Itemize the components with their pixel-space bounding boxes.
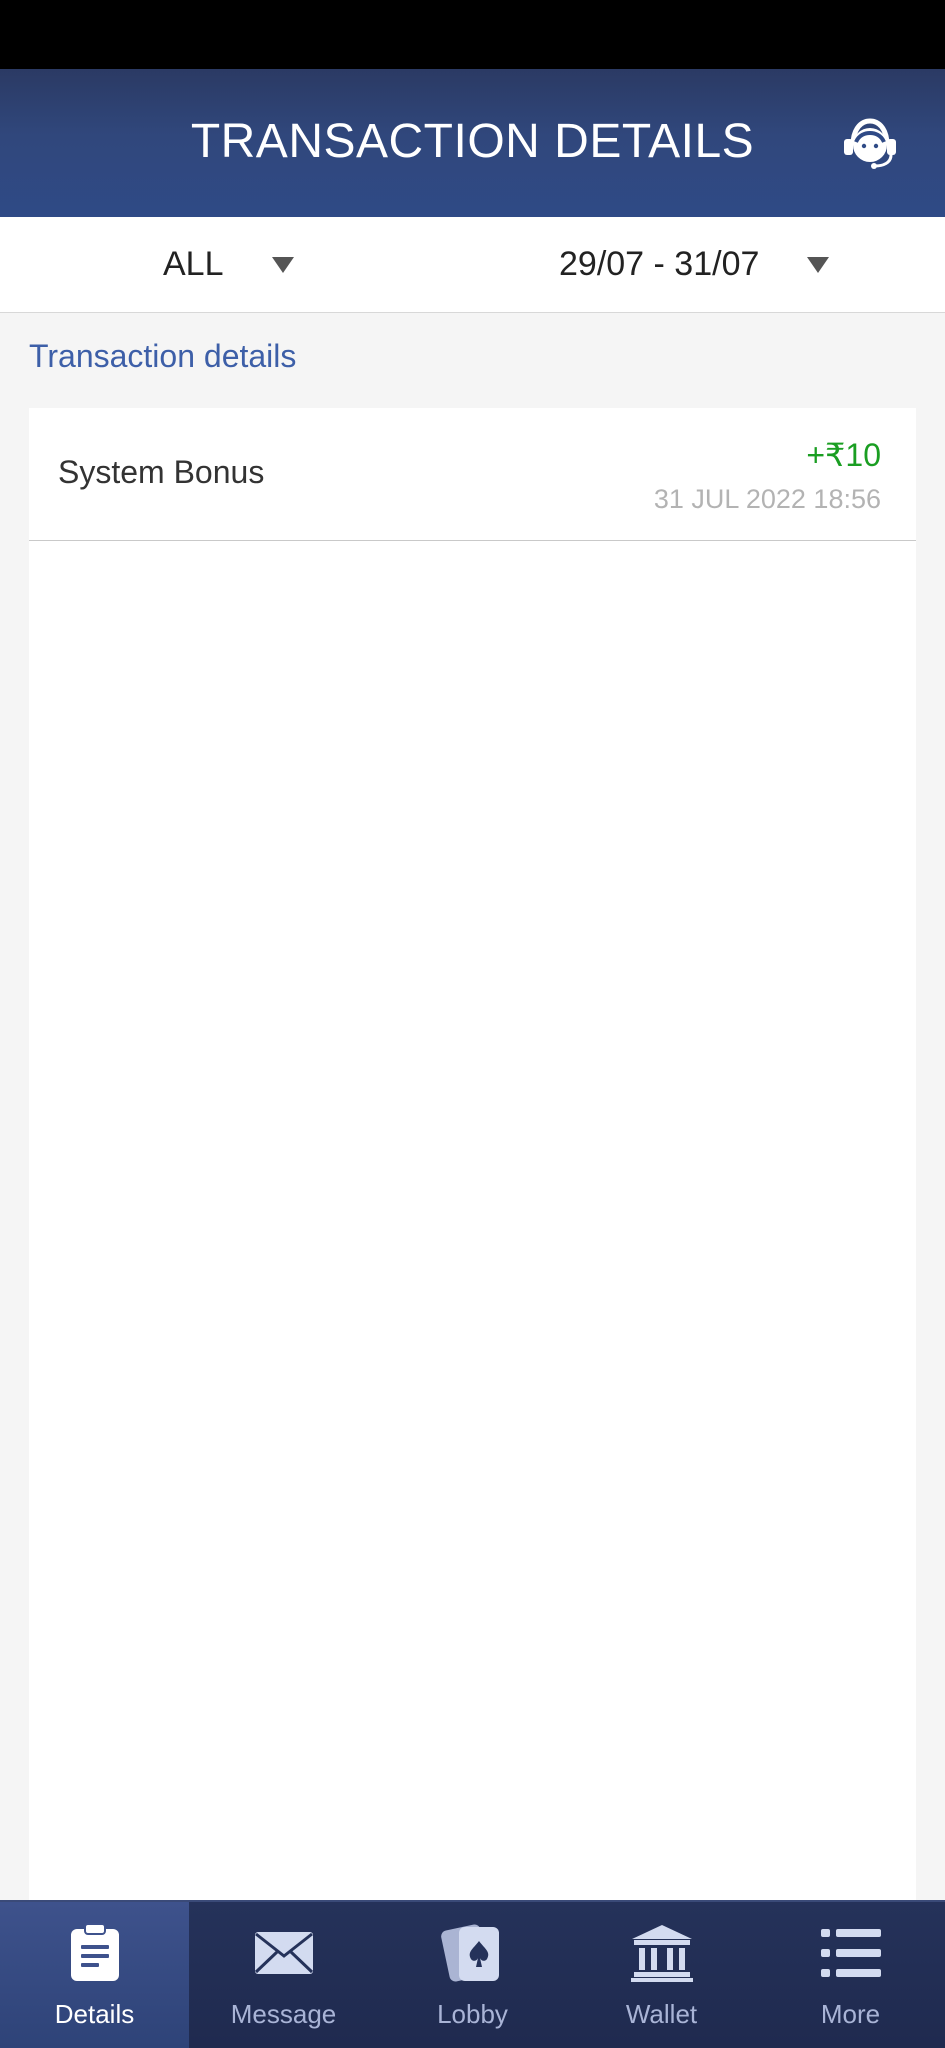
section-title: Transaction details bbox=[29, 338, 297, 374]
transaction-amount: +₹10 bbox=[806, 437, 881, 473]
headset-icon bbox=[844, 118, 896, 169]
tab-label: Message bbox=[230, 1999, 337, 2029]
caret-down-icon bbox=[807, 256, 830, 273]
tab-label: Lobby bbox=[437, 1999, 508, 2029]
transaction-row[interactable]: System Bonus +₹10 31 JUL 2022 18:56 bbox=[29, 408, 916, 541]
tab-details[interactable]: Details bbox=[0, 1902, 189, 2048]
transaction-name: System Bonus bbox=[58, 454, 265, 490]
date-range-dropdown[interactable]: 29/07 - 31/07 bbox=[559, 217, 830, 312]
page-title: TRANSACTION DETAILS bbox=[190, 115, 755, 168]
tab-message[interactable]: Message bbox=[189, 1902, 378, 2048]
date-range-value: 29/07 - 31/07 bbox=[559, 245, 760, 283]
transaction-list: System Bonus +₹10 31 JUL 2022 18:56 bbox=[29, 408, 916, 1900]
tab-label: Details bbox=[54, 1999, 135, 2029]
list-menu-icon bbox=[820, 1929, 881, 1977]
tab-wallet[interactable]: Wallet bbox=[567, 1902, 756, 2048]
tab-label: More bbox=[820, 1999, 881, 2029]
filter-bar: ALL 29/07 - 31/07 bbox=[0, 217, 945, 313]
bank-icon bbox=[630, 1925, 693, 1982]
type-filter-value: ALL bbox=[163, 245, 224, 283]
envelope-icon bbox=[254, 1932, 313, 1974]
transaction-datetime: 31 JUL 2022 18:56 bbox=[653, 484, 881, 514]
caret-down-icon bbox=[271, 256, 294, 273]
bottom-tab-bar: Details Message Lobby Wallet More bbox=[0, 1900, 945, 2048]
tab-more[interactable]: More bbox=[756, 1902, 945, 2048]
tab-label: Wallet bbox=[625, 1999, 698, 2029]
status-bar bbox=[0, 0, 945, 69]
app-header: TRANSACTION DETAILS bbox=[0, 69, 945, 217]
type-filter-dropdown[interactable]: ALL bbox=[163, 217, 294, 312]
support-button[interactable] bbox=[839, 115, 901, 171]
clipboard-icon bbox=[70, 1923, 119, 1981]
tab-lobby[interactable]: Lobby bbox=[378, 1902, 567, 2048]
cards-icon bbox=[440, 1924, 499, 1982]
